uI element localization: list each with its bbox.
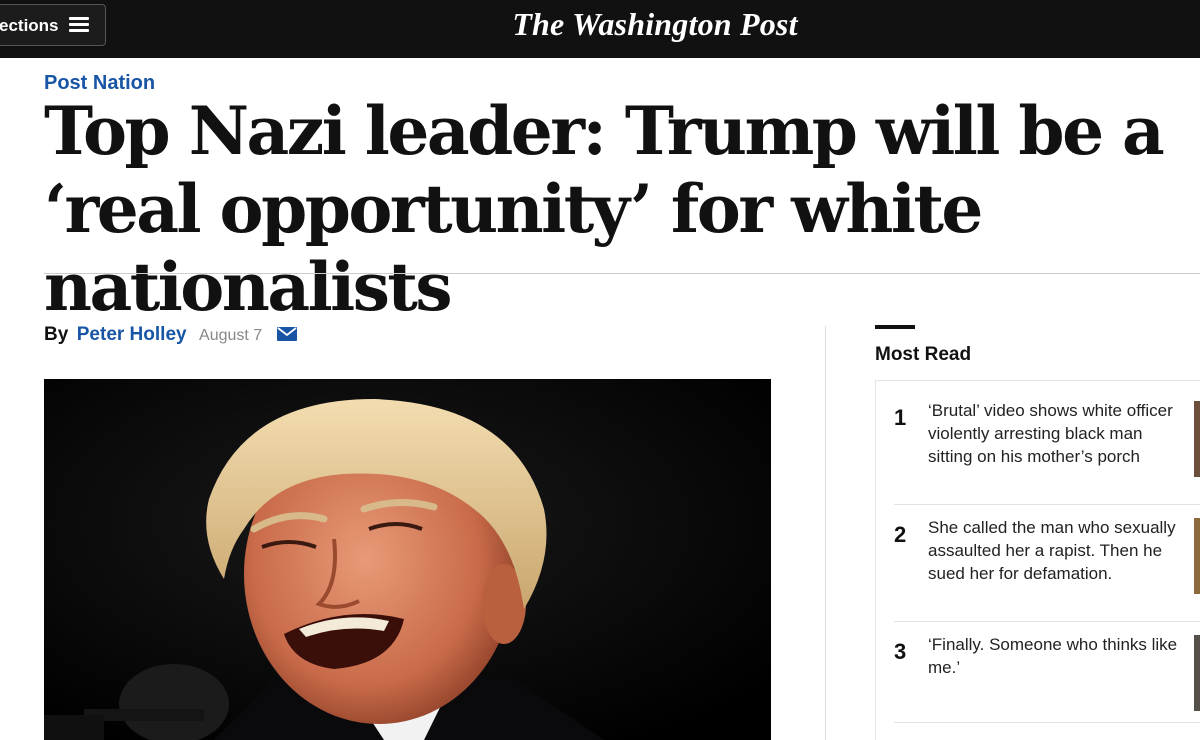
headline-divider [44,273,1200,274]
most-read-item[interactable]: 3 ‘Finally. Someone who thinks like me.’ [894,633,1200,713]
most-read-headline[interactable]: ‘Finally. Someone who thinks like me.’ [928,633,1180,679]
byline: By Peter Holley August 7 [44,324,297,346]
most-read-item[interactable]: 2 She called the man who sexually assaul… [894,516,1200,616]
most-read-rank: 2 [894,522,907,547]
most-read-headline[interactable]: ‘Brutal’ video shows white officer viole… [928,399,1180,468]
most-read-divider [894,621,1200,622]
most-read-divider [894,504,1200,505]
most-read-thumbnail[interactable] [1194,635,1200,711]
masthead-logo[interactable]: The Washington Post [0,6,1200,43]
lead-photo[interactable] [44,379,771,740]
most-read-rank: 1 [894,405,907,430]
most-read-headline[interactable]: She called the man who sexually assaulte… [928,516,1180,585]
most-read-divider [894,722,1200,723]
most-read-title: Most Read [875,344,972,365]
most-read-thumbnail[interactable] [1194,518,1200,594]
email-icon[interactable] [276,327,297,341]
top-nav-bar: ections The Washington Post [0,0,1200,58]
most-read-accent-bar [875,325,915,329]
most-read-item[interactable]: 1 ‘Brutal’ video shows white officer vio… [894,399,1200,499]
most-read-thumbnail[interactable] [1194,401,1200,477]
article-headline: Top Nazi leader: Trump will be a ‘real o… [44,92,1165,326]
byline-prefix: By [44,324,69,345]
lead-photo-illustration [44,379,771,740]
publish-date: August 7 [199,327,263,344]
column-divider [825,326,826,740]
author-link[interactable]: Peter Holley [77,324,187,345]
most-read-rank: 3 [894,639,907,664]
